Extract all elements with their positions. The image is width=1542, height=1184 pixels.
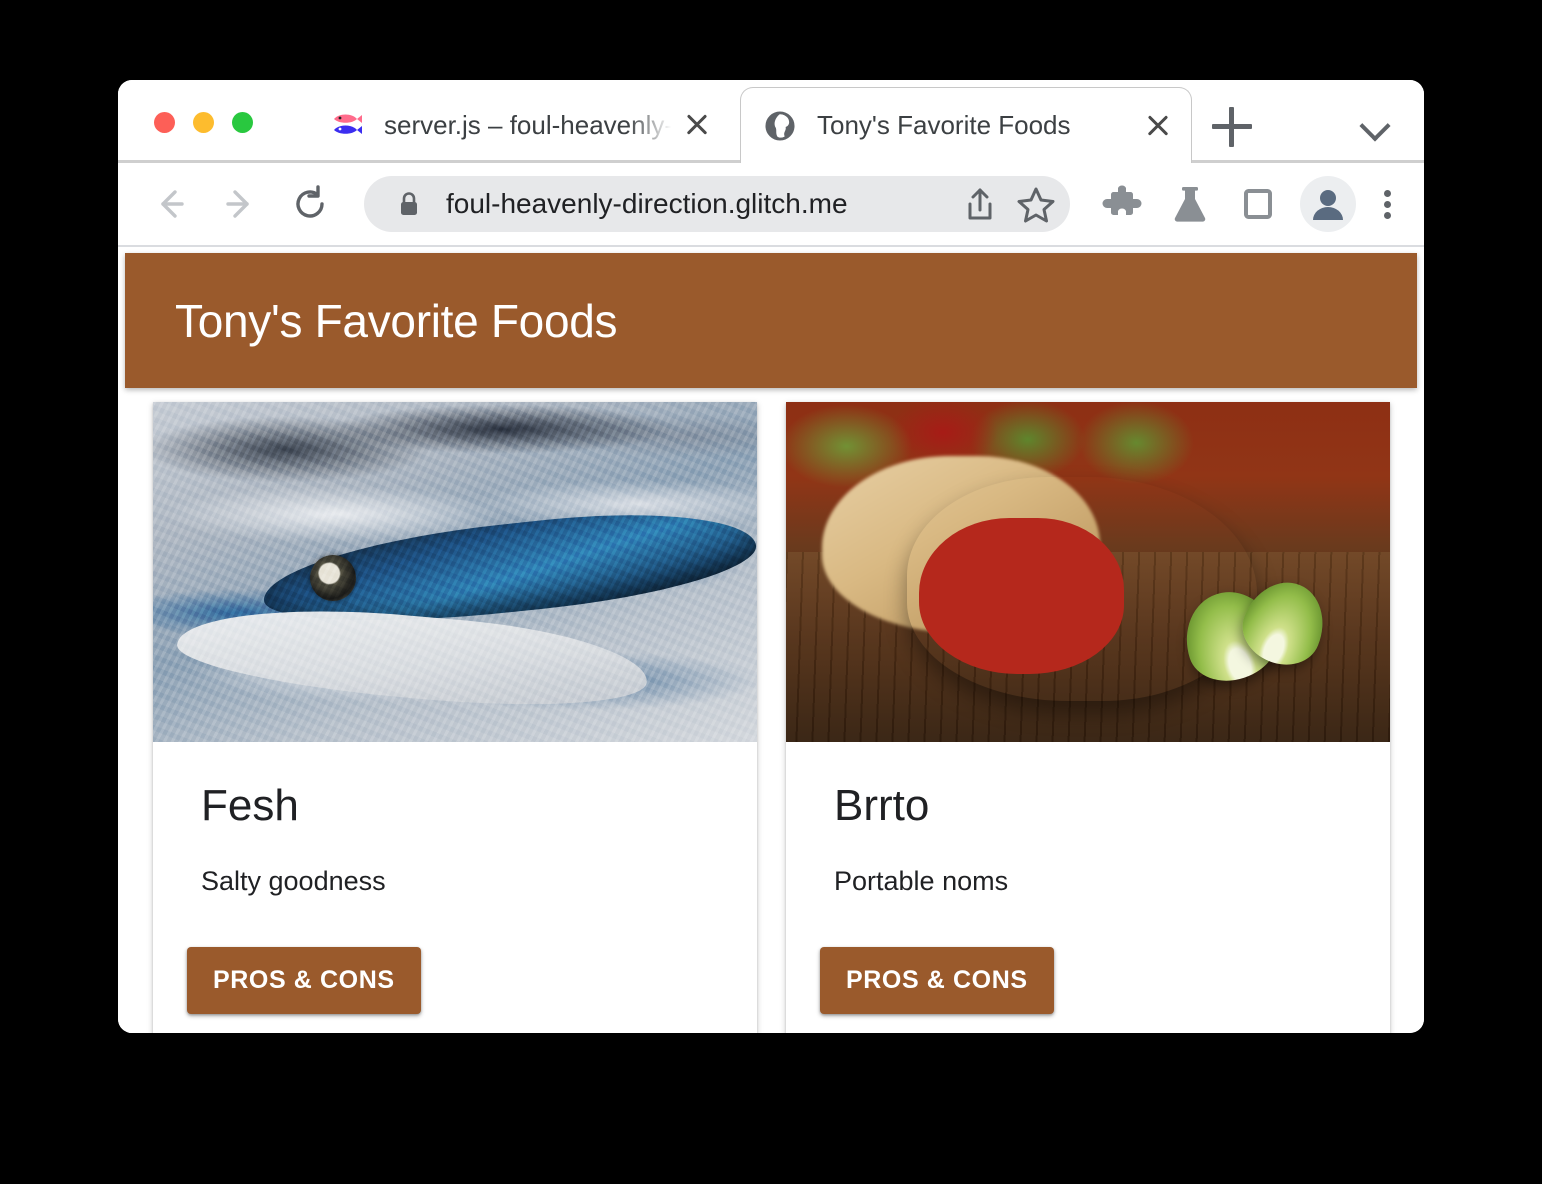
bookmark-star-icon[interactable] (1008, 176, 1064, 232)
extensions-puzzle-icon[interactable] (1094, 176, 1150, 232)
side-panel-icon[interactable] (1230, 176, 1286, 232)
page-content: Tony's Favorite Foods Fesh Salty goodnes… (118, 247, 1424, 1033)
food-card-actions: PROS & CONS (786, 897, 1390, 1033)
window-controls (154, 112, 253, 133)
tab-title: server.js – foul-heavenly-dir (384, 109, 674, 140)
globe-icon (763, 109, 797, 143)
food-card-image-burrito (786, 402, 1390, 742)
food-card-description: Salty goodness (201, 866, 386, 897)
tab-strip: server.js – foul-heavenly-dir Tony's Fav… (118, 80, 1424, 163)
pros-and-cons-button[interactable]: PROS & CONS (187, 947, 421, 1015)
maximize-window-button[interactable] (232, 112, 253, 133)
page-title: Tony's Favorite Foods (175, 294, 618, 347)
food-card-title: Fesh (201, 781, 299, 830)
share-icon[interactable] (952, 176, 1008, 232)
close-icon[interactable] (1135, 103, 1181, 149)
toolbar-actions (1088, 176, 1408, 232)
chevron-down-icon[interactable] (1362, 113, 1388, 139)
browser-tab-tonys-favorite-foods[interactable]: Tony's Favorite Foods (740, 87, 1192, 163)
browser-window: server.js – foul-heavenly-dir Tony's Fav… (118, 80, 1424, 1033)
back-button[interactable] (144, 178, 196, 230)
food-card-actions: PROS & CONS (153, 897, 757, 1033)
address-bar[interactable]: foul-heavenly-direction.glitch.me (364, 176, 1070, 232)
food-card-description: Portable noms (834, 866, 1009, 897)
close-window-button[interactable] (154, 112, 175, 133)
close-icon[interactable] (674, 102, 720, 148)
glitch-fish-icon (330, 108, 364, 142)
food-card-body: Brrto Portable noms (786, 742, 1390, 897)
lock-icon (398, 191, 420, 217)
food-card-image-fish (153, 402, 757, 742)
profile-avatar[interactable] (1300, 176, 1356, 232)
url-text: foul-heavenly-direction.glitch.me (446, 188, 848, 219)
browser-tab-server-js[interactable]: server.js – foul-heavenly-dir (308, 87, 730, 163)
food-card-list: Fesh Salty goodness PROS & CONS Brrto Po… (153, 402, 1390, 1033)
browser-toolbar: foul-heavenly-direction.glitch.me (118, 163, 1424, 247)
food-card-title: Brrto (834, 781, 930, 830)
pros-and-cons-button[interactable]: PROS & CONS (820, 947, 1054, 1015)
chrome-labs-flask-icon[interactable] (1162, 176, 1218, 232)
new-tab-button[interactable] (1212, 107, 1252, 147)
forward-button[interactable] (214, 178, 266, 230)
minimize-window-button[interactable] (193, 112, 214, 133)
screenshot-stage: server.js – foul-heavenly-dir Tony's Fav… (0, 0, 1542, 1184)
chrome-menu-icon[interactable] (1368, 176, 1408, 232)
food-card-body: Fesh Salty goodness (153, 742, 757, 897)
reload-button[interactable] (284, 178, 336, 230)
site-header: Tony's Favorite Foods (125, 253, 1417, 388)
food-card[interactable]: Fesh Salty goodness PROS & CONS (153, 402, 757, 1033)
food-card[interactable]: Brrto Portable noms PROS & CONS (786, 402, 1390, 1033)
tab-title: Tony's Favorite Foods (817, 110, 1071, 140)
